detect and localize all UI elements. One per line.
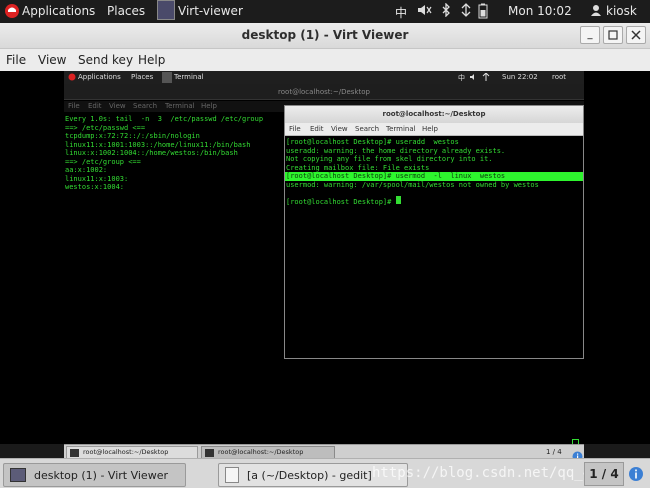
guest-clock[interactable]: Sun 22:02 bbox=[502, 73, 538, 81]
front-menu-search[interactable]: Search bbox=[355, 125, 379, 133]
back-menu-help[interactable]: Help bbox=[201, 102, 217, 110]
guest-taskbar-item-label: root@localhost:~/Desktop bbox=[218, 448, 304, 456]
terminal-line: linux11:x:1001:1003::/home/linux11:/bin/… bbox=[65, 140, 251, 149]
terminal-line: linux:x:1002:1004::/home/westos:/bin/bas… bbox=[65, 149, 238, 157]
terminal-line: [root@localhost Desktop]# useradd westos bbox=[286, 138, 459, 146]
maximize-icon bbox=[608, 30, 618, 40]
terminal-line: Every 1.0s: tail -n 3 /etc/passwd /etc/g… bbox=[65, 115, 264, 123]
back-terminal-title: root@localhost:~/Desktop bbox=[278, 88, 370, 96]
front-menu-view[interactable]: View bbox=[331, 125, 348, 133]
taskbar-item-label: [a (~/Desktop) - gedit] bbox=[247, 468, 372, 482]
window-titlebar[interactable]: desktop (1) - Virt Viewer _ bbox=[0, 23, 650, 49]
terminal-line: useradd: warning: the home directory alr… bbox=[286, 146, 506, 155]
guest-applications-menu[interactable]: Applications bbox=[78, 73, 121, 81]
back-menu-edit[interactable]: Edit bbox=[88, 102, 102, 110]
battery-icon[interactable] bbox=[478, 3, 488, 22]
network-icon[interactable] bbox=[459, 3, 473, 20]
guest-taskbar-item-label: root@localhost:~/Desktop bbox=[83, 448, 169, 456]
clock[interactable]: Mon 10:02 bbox=[508, 4, 572, 18]
window-title: desktop (1) - Virt Viewer bbox=[241, 28, 409, 42]
menu-send-key[interactable]: Send key bbox=[78, 53, 133, 67]
applications-menu[interactable]: Applications bbox=[22, 4, 95, 18]
user-menu[interactable]: kiosk bbox=[606, 4, 637, 18]
back-terminal-titlebar[interactable]: root@localhost:~/Desktop bbox=[64, 84, 584, 100]
guest-volume-icon[interactable] bbox=[470, 73, 478, 83]
guest-places-menu[interactable]: Places bbox=[131, 73, 153, 81]
app-icon bbox=[157, 0, 175, 20]
highlighted-terminal-line: [root@localhost Desktop]# usermod -l lin… bbox=[285, 172, 583, 181]
terminal-cursor bbox=[395, 195, 401, 204]
host-taskbar: desktop (1) - Virt Viewer [a (~/Desktop)… bbox=[0, 458, 650, 488]
front-menu-file[interactable]: File bbox=[289, 125, 301, 133]
menu-file[interactable]: File bbox=[6, 53, 26, 67]
fedora-logo-icon[interactable] bbox=[4, 3, 20, 22]
text-editor-icon bbox=[225, 467, 239, 483]
maximize-button[interactable] bbox=[603, 26, 623, 44]
terminal-line: Not copying any file from skel directory… bbox=[286, 155, 493, 163]
menu-help[interactable]: Help bbox=[138, 53, 165, 67]
menu-view[interactable]: View bbox=[38, 53, 66, 67]
watermark: https://blog.csdn.net/qq_4 bbox=[372, 465, 592, 481]
terminal-line: westos:x:1004: bbox=[65, 183, 125, 191]
guest-ime[interactable]: 中 bbox=[458, 73, 465, 83]
active-app-menu[interactable]: Virt-viewer bbox=[178, 4, 243, 18]
back-menu-terminal[interactable]: Terminal bbox=[165, 102, 195, 110]
back-menu-search[interactable]: Search bbox=[133, 102, 157, 110]
terminal-line: Creating mailbox file: File exists bbox=[286, 163, 430, 172]
close-button[interactable] bbox=[626, 26, 646, 44]
terminal-line: ==> /etc/passwd <== bbox=[65, 123, 146, 132]
back-menu-file[interactable]: File bbox=[68, 102, 80, 110]
guest-display[interactable]: Applications Places Terminal 中 Sun 22:02… bbox=[0, 71, 650, 462]
taskbar-item-virt-viewer[interactable]: desktop (1) - Virt Viewer bbox=[3, 463, 186, 487]
front-terminal-titlebar[interactable]: root@localhost:~/Desktop bbox=[285, 106, 583, 123]
terminal-line: aa:x:1002: bbox=[65, 166, 108, 174]
window-menubar: File View Send key Help bbox=[0, 49, 650, 71]
minimize-button[interactable]: _ bbox=[580, 26, 600, 44]
front-terminal-window[interactable]: root@localhost:~/Desktop File Edit View … bbox=[284, 105, 584, 359]
terminal-line: tcpdump:x:72:72::/:/sbin/nologin bbox=[65, 132, 200, 140]
notification-icon[interactable] bbox=[628, 466, 644, 486]
top-panel: Applications Places Virt-viewer 中 Mon 10… bbox=[0, 0, 650, 23]
terminal-line: linux11:x:1003: bbox=[65, 174, 129, 183]
guest-terminal-icon bbox=[162, 72, 172, 83]
guest-user-menu[interactable]: root bbox=[552, 73, 566, 81]
terminal-line: usermod: warning: /var/spool/mail/westos… bbox=[286, 180, 539, 189]
volume-icon[interactable] bbox=[417, 3, 433, 20]
back-terminal-output: Every 1.0s: tail -n 3 /etc/passwd /etc/g… bbox=[65, 115, 263, 192]
terminal-icon bbox=[205, 449, 214, 457]
user-icon bbox=[590, 4, 602, 19]
guest-active-app[interactable]: Terminal bbox=[174, 73, 204, 81]
terminal-icon bbox=[70, 449, 79, 457]
front-menu-edit[interactable]: Edit bbox=[310, 125, 324, 133]
guest-fedora-icon[interactable] bbox=[68, 73, 76, 83]
front-menu-help[interactable]: Help bbox=[422, 125, 438, 133]
front-terminal-menubar: File Edit View Search Terminal Help bbox=[285, 123, 583, 136]
front-terminal-title: root@localhost:~/Desktop bbox=[382, 110, 486, 118]
bluetooth-icon[interactable] bbox=[441, 2, 451, 20]
guest-top-panel: Applications Places Terminal 中 Sun 22:02… bbox=[64, 71, 584, 84]
front-terminal-output: [root@localhost Desktop]# useradd westos… bbox=[285, 138, 583, 208]
back-menu-view[interactable]: View bbox=[109, 102, 126, 110]
input-method-indicator[interactable]: 中 bbox=[395, 4, 407, 21]
workspace-pager[interactable]: 1 / 4 bbox=[584, 462, 624, 486]
terminal-prompt-line: [root@localhost Desktop]# bbox=[286, 198, 396, 206]
front-menu-terminal[interactable]: Terminal bbox=[386, 125, 416, 133]
guest-network-icon[interactable] bbox=[482, 72, 490, 83]
terminal-line: ==> /etc/group <== bbox=[65, 157, 141, 166]
taskbar-item-label: desktop (1) - Virt Viewer bbox=[34, 468, 168, 482]
places-menu[interactable]: Places bbox=[107, 4, 145, 18]
monitor-icon bbox=[10, 468, 26, 482]
close-icon bbox=[631, 30, 641, 40]
